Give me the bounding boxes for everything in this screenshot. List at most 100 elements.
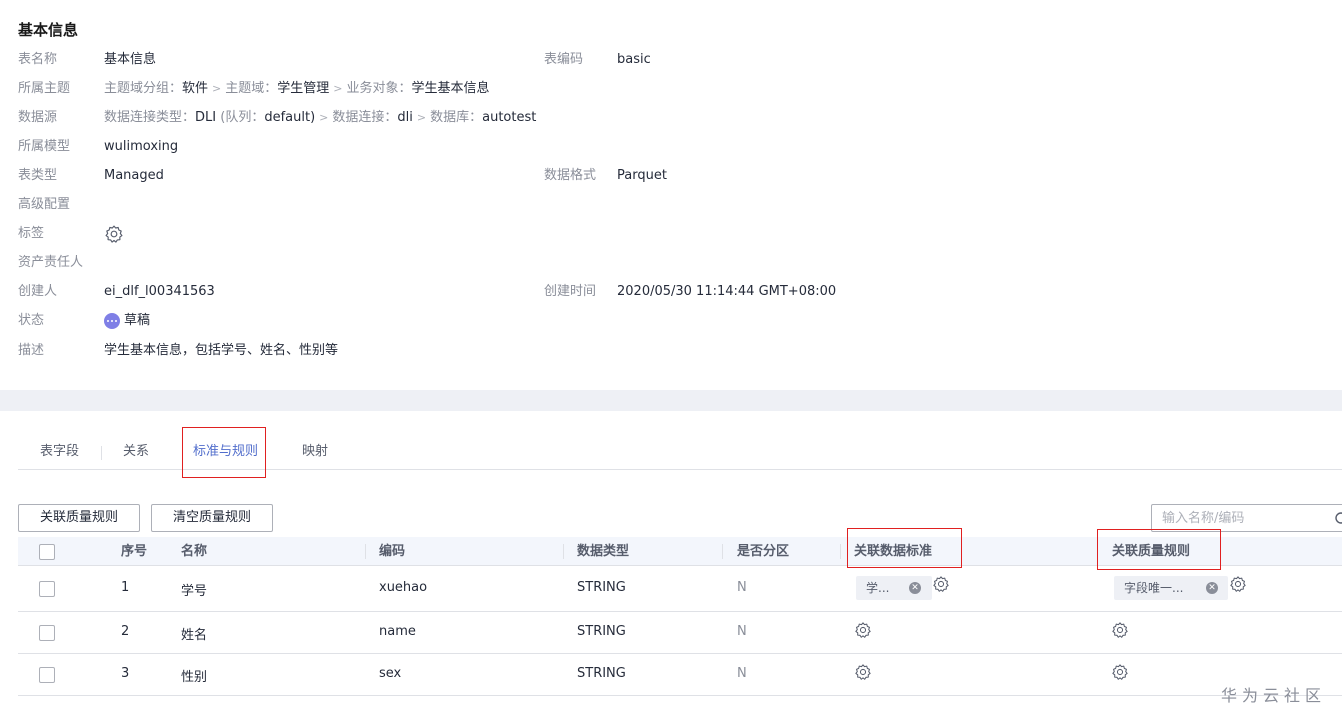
detail-tabs: 表字段 关系 标准与规则 映射	[18, 432, 1342, 470]
watermark: 华为云社区	[1221, 686, 1327, 705]
created-time-value: 2020/05/30 11:14:44 GMT+08:00	[617, 284, 837, 299]
close-icon[interactable]: ✕	[1206, 582, 1218, 594]
topic-path: 主题域分组：软件 > 主题域：学生管理 > 业务对象：学生基本信息	[104, 79, 490, 99]
gear-icon[interactable]	[932, 575, 950, 593]
table-name-value: 基本信息	[104, 52, 157, 67]
search-input[interactable]	[1152, 505, 1322, 531]
owner-label: 资产责任人	[18, 255, 84, 270]
link-quality-rule-button[interactable]: 关联质量规则	[18, 504, 140, 532]
cell-name: 姓名	[181, 628, 208, 643]
tags-value	[104, 224, 124, 245]
topic-group-label: 主题域分组：	[104, 81, 183, 96]
breadcrumb-separator: >	[333, 82, 343, 95]
description-label: 描述	[18, 343, 45, 358]
row-owner: 资产责任人	[0, 253, 1342, 273]
row-checkbox[interactable]	[39, 667, 55, 683]
row-table-name: 表名称 基本信息 表编码 basic	[0, 50, 1342, 70]
status-label: 状态	[18, 313, 45, 328]
cell-index: 3	[121, 666, 130, 681]
status-badge: 草稿	[104, 311, 150, 331]
topic-domain-label: 主题域：	[225, 81, 278, 96]
column-divider	[365, 544, 366, 559]
table-type-value: Managed	[104, 168, 164, 183]
row-checkbox[interactable]	[39, 581, 55, 597]
data-format-value: Parquet	[617, 168, 667, 183]
topic-group-value: 软件	[182, 81, 209, 96]
row-tags: 标签	[0, 224, 1342, 244]
cell-code: name	[379, 624, 416, 639]
header-standard: 关联数据标准	[854, 544, 933, 559]
cell-data-type: STRING	[577, 624, 626, 639]
created-time-label: 创建时间	[544, 284, 597, 299]
tab-standards-rules[interactable]: 标准与规则	[193, 432, 258, 470]
table-name-label: 表名称	[18, 52, 58, 67]
gear-icon[interactable]	[854, 621, 872, 639]
quality-rule-tag: 字段唯一... ✕	[1114, 576, 1228, 600]
section-divider	[0, 390, 1342, 411]
column-divider	[840, 544, 841, 559]
conn-value: dli	[397, 110, 413, 125]
cell-index: 1	[121, 580, 130, 595]
breadcrumb-separator: >	[212, 82, 222, 95]
row-table-type: 表类型 Managed 数据格式 Parquet	[0, 166, 1342, 186]
row-advanced: 高级配置	[0, 195, 1342, 215]
table-code-value: basic	[617, 52, 651, 67]
cell-code: xuehao	[379, 580, 428, 595]
gear-icon[interactable]	[1111, 663, 1129, 681]
topic-domain-value: 学生管理	[277, 81, 330, 96]
conn-type-label: 数据连接类型：	[104, 110, 196, 125]
conn-type-value: DLI	[195, 110, 217, 125]
datasource-label: 数据源	[18, 110, 58, 125]
row-description: 描述 学生基本信息，包括学号、姓名、性别等	[0, 341, 1342, 361]
row-model: 所属模型 wulimoxing	[0, 137, 1342, 157]
gear-icon[interactable]	[854, 663, 872, 681]
creator-value: ei_dlf_l00341563	[104, 284, 215, 299]
gear-icon[interactable]	[104, 224, 124, 244]
header-quality-rule: 关联质量规则	[1112, 544, 1191, 559]
model-label: 所属模型	[18, 139, 71, 154]
tags-label: 标签	[18, 226, 45, 241]
header-data-type: 数据类型	[577, 544, 630, 559]
db-value: autotest	[482, 110, 537, 125]
model-value: wulimoxing	[104, 139, 179, 154]
search-icon[interactable]	[1334, 511, 1342, 527]
breadcrumb-separator: >	[319, 111, 329, 124]
draft-status-icon	[104, 312, 120, 329]
creator-label: 创建人	[18, 284, 58, 299]
cell-partition: N	[737, 624, 747, 639]
column-divider	[722, 544, 723, 559]
gear-icon[interactable]	[1229, 575, 1247, 593]
gear-icon[interactable]	[1111, 621, 1129, 639]
close-icon[interactable]: ✕	[909, 582, 921, 594]
table-header: 序号 名称 编码 数据类型 是否分区 关联数据标准 关联质量规则	[18, 537, 1342, 566]
table-code-label: 表编码	[544, 52, 584, 67]
section-title: 基本信息	[18, 21, 79, 39]
standard-tag: 学... ✕	[856, 576, 932, 600]
tab-mapping[interactable]: 映射	[302, 432, 328, 470]
header-partition: 是否分区	[737, 544, 790, 559]
row-topic: 所属主题 主题域分组：软件 > 主题域：学生管理 > 业务对象：学生基本信息	[0, 79, 1342, 99]
datasource-path: 数据连接类型：DLI (队列：default) > 数据连接：dli > 数据库：aut…	[104, 108, 536, 128]
cell-data-type: STRING	[577, 580, 626, 595]
clear-quality-rule-button[interactable]: 清空质量规则	[151, 504, 273, 532]
topic-object-label: 业务对象：	[346, 81, 412, 96]
table-row: 1 学号 xuehao STRING N 学... ✕ 字段唯一... ✕	[18, 566, 1342, 612]
standard-tag-label: 学...	[866, 581, 890, 595]
select-all-checkbox[interactable]	[39, 544, 55, 560]
row-checkbox[interactable]	[39, 625, 55, 641]
column-divider	[1097, 544, 1098, 559]
cell-partition: N	[737, 580, 747, 595]
cell-name: 学号	[181, 584, 208, 599]
row-status: 状态 草稿	[0, 311, 1342, 331]
breadcrumb-separator: >	[416, 111, 427, 124]
row-datasource: 数据源 数据连接类型：DLI (队列：default) > 数据连接：dli > 数据库…	[0, 108, 1342, 128]
column-divider	[563, 544, 564, 559]
description-value: 学生基本信息，包括学号、姓名、性别等	[104, 343, 339, 358]
quality-rule-tag-label: 字段唯一...	[1124, 581, 1184, 595]
db-label: 数据库：	[430, 110, 483, 125]
queue-label: (队列：	[216, 110, 265, 125]
tab-relations[interactable]: 关系	[123, 432, 149, 470]
topic-label: 所属主题	[18, 81, 71, 96]
cell-data-type: STRING	[577, 666, 626, 681]
tab-fields[interactable]: 表字段	[40, 432, 79, 470]
